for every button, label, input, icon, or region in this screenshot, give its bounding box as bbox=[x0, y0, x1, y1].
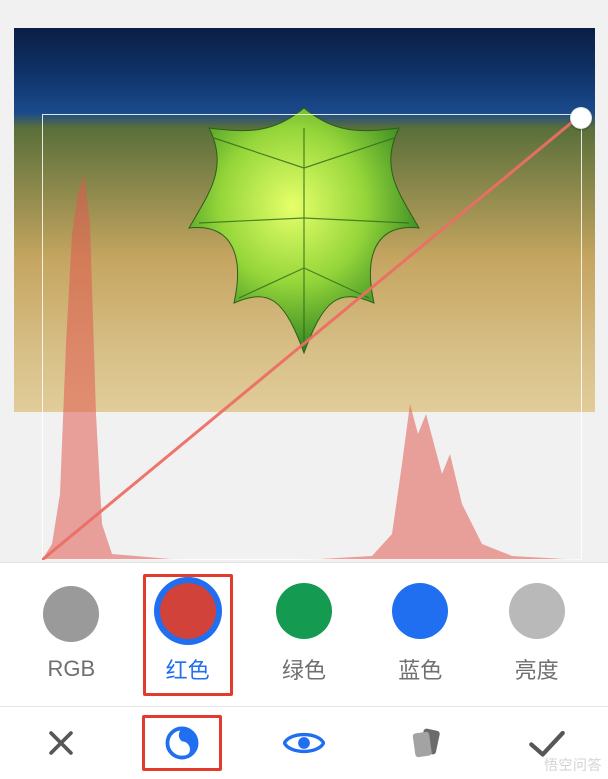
channel-label: RGB bbox=[47, 656, 95, 682]
eye-icon bbox=[283, 728, 325, 758]
channel-green[interactable]: 绿色 bbox=[259, 574, 349, 696]
preview-button[interactable] bbox=[264, 715, 344, 771]
swatch-rgb bbox=[43, 586, 99, 642]
channel-label: 红色 bbox=[166, 653, 210, 685]
watermark: 悟空问答 bbox=[544, 755, 602, 775]
style-cards-button[interactable] bbox=[386, 715, 466, 771]
curves-tool-button[interactable] bbox=[142, 715, 222, 771]
curves-canvas[interactable] bbox=[0, 0, 608, 562]
channel-label: 亮度 bbox=[515, 653, 559, 685]
channel-red[interactable]: 红色 bbox=[143, 574, 233, 696]
channel-luminance[interactable]: 亮度 bbox=[492, 574, 582, 696]
channel-label: 绿色 bbox=[282, 653, 326, 685]
swatch-red bbox=[160, 583, 216, 639]
close-icon bbox=[44, 726, 78, 760]
cards-icon bbox=[408, 725, 444, 761]
channel-rgb[interactable]: RGB bbox=[26, 577, 116, 693]
curve-point-handle[interactable] bbox=[570, 107, 592, 129]
preview-image bbox=[14, 28, 595, 412]
channel-blue[interactable]: 蓝色 bbox=[375, 574, 465, 696]
channel-picker: RGB 红色 绿色 蓝色 亮度 bbox=[0, 562, 608, 707]
curves-icon bbox=[163, 724, 201, 762]
swatch-luminance bbox=[509, 583, 565, 639]
channel-label: 蓝色 bbox=[398, 653, 442, 685]
action-bar bbox=[0, 707, 608, 779]
swatch-green bbox=[276, 583, 332, 639]
leaf-illustration bbox=[154, 98, 454, 358]
swatch-blue bbox=[392, 583, 448, 639]
cancel-button[interactable] bbox=[21, 715, 101, 771]
